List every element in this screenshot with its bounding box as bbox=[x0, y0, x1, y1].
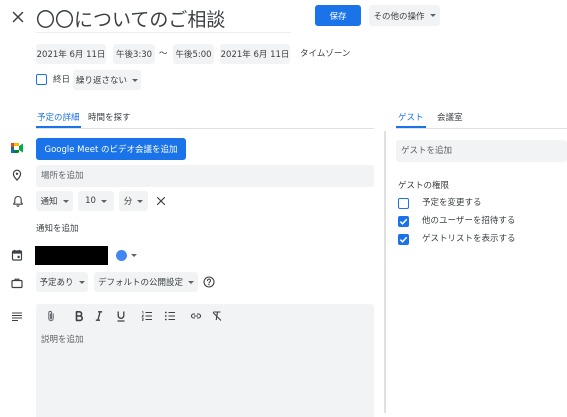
remove-formatting-icon[interactable] bbox=[211, 310, 223, 322]
dropdown-arrow-icon bbox=[188, 280, 195, 284]
dropdown-arrow-icon bbox=[100, 199, 107, 203]
column-divider bbox=[384, 131, 386, 413]
dropdown-arrow-icon bbox=[137, 199, 144, 203]
dropdown-arrow-icon bbox=[131, 254, 137, 257]
italic-icon[interactable] bbox=[93, 310, 105, 322]
start-date-picker[interactable]: 2021年 6月 11日 bbox=[36, 44, 106, 64]
bell-icon bbox=[13, 195, 23, 207]
guest-permissions-heading: ゲストの権限 bbox=[398, 181, 450, 191]
checkmark-icon bbox=[399, 218, 407, 225]
start-time-picker[interactable]: 午後3:30 bbox=[113, 44, 155, 64]
more-actions-dropdown[interactable]: その他の操作 bbox=[369, 5, 440, 26]
calendar-color-picker[interactable] bbox=[113, 246, 145, 265]
save-button[interactable]: 保存 bbox=[315, 5, 361, 26]
permission-label: ゲストリストを表示する bbox=[422, 234, 516, 244]
description-placeholder: 説明を追加 bbox=[41, 335, 84, 345]
date-range-separator: 〜 bbox=[159, 49, 168, 59]
briefcase-icon bbox=[11, 278, 23, 289]
tab-guests[interactable]: ゲスト bbox=[396, 110, 426, 128]
end-time-value: 午後5:00 bbox=[175, 50, 212, 60]
tab-rooms[interactable]: 会議室 bbox=[436, 110, 464, 128]
notification-method-dropdown[interactable]: 通知 bbox=[36, 191, 73, 211]
availability-value: 予定あり bbox=[39, 278, 74, 288]
close-icon bbox=[12, 11, 24, 23]
right-tabs-divider bbox=[396, 128, 567, 129]
calendar-color-swatch bbox=[116, 250, 127, 261]
notification-unit-value: 分 bbox=[123, 197, 133, 207]
availability-dropdown[interactable]: 予定あり bbox=[36, 272, 88, 292]
permission-checkbox[interactable] bbox=[398, 198, 409, 209]
notification-amount-stepper[interactable]: 10 bbox=[78, 191, 114, 211]
repeat-value: 繰り返さない bbox=[76, 76, 128, 86]
google-meet-icon bbox=[11, 143, 23, 153]
dropdown-arrow-icon bbox=[429, 14, 436, 17]
end-date-value: 2021年 6月 11日 bbox=[220, 50, 290, 60]
all-day-checkbox[interactable] bbox=[36, 74, 47, 85]
permission-label: 他のユーザーを招待する bbox=[422, 216, 516, 226]
permission-modify-event[interactable]: 予定を変更する bbox=[398, 197, 567, 210]
checkmark-icon bbox=[399, 236, 407, 243]
visibility-value: デフォルトの公開設定 bbox=[98, 278, 184, 288]
description-editor[interactable]: 説明を追加 bbox=[36, 304, 374, 417]
visibility-dropdown[interactable]: デフォルトの公開設定 bbox=[94, 272, 198, 292]
event-edit-page: 保存 その他の操作 2021年 6月 11日 午後3:30 〜 午後5:00 2… bbox=[0, 0, 567, 417]
add-notification-button[interactable]: 通知を追加 bbox=[36, 223, 79, 235]
add-google-meet-button[interactable]: Google Meet のビデオ会議を追加 bbox=[36, 138, 186, 160]
notification-amount-value: 10 bbox=[85, 196, 96, 206]
link-icon[interactable] bbox=[190, 310, 202, 322]
all-day-label: 終日 bbox=[53, 75, 71, 85]
dropdown-arrow-icon bbox=[62, 199, 69, 203]
calendar-name-redacted[interactable] bbox=[35, 246, 108, 265]
attach-icon[interactable] bbox=[45, 310, 57, 322]
end-time-picker[interactable]: 午後5:00 bbox=[173, 44, 214, 64]
calendar-icon bbox=[11, 249, 23, 261]
notification-unit-dropdown[interactable]: 分 bbox=[119, 191, 148, 211]
dropdown-arrow-icon bbox=[132, 78, 139, 82]
tab-event-details[interactable]: 予定の詳細 bbox=[36, 110, 81, 128]
location-pin-icon bbox=[12, 169, 22, 181]
bold-icon[interactable] bbox=[73, 310, 85, 322]
start-time-value: 午後3:30 bbox=[115, 50, 153, 60]
left-tabs-divider bbox=[36, 128, 374, 129]
timezone-button[interactable]: タイムゾーン bbox=[300, 48, 350, 60]
permission-checkbox[interactable] bbox=[398, 216, 409, 227]
permission-label: 予定を変更する bbox=[422, 198, 482, 208]
repeat-dropdown[interactable]: 繰り返さない bbox=[73, 70, 141, 90]
close-button[interactable] bbox=[11, 10, 25, 24]
add-guest-input[interactable] bbox=[396, 140, 567, 162]
end-date-picker[interactable]: 2021年 6月 11日 bbox=[220, 44, 290, 64]
permission-checkbox[interactable] bbox=[398, 234, 409, 245]
start-date-value: 2021年 6月 11日 bbox=[36, 50, 106, 60]
permission-invite-others[interactable]: 他のユーザーを招待する bbox=[398, 215, 567, 228]
underline-icon[interactable] bbox=[115, 310, 127, 322]
more-actions-label: その他の操作 bbox=[373, 11, 425, 22]
event-title-input[interactable] bbox=[36, 5, 291, 33]
permission-see-guest-list[interactable]: ゲストリストを表示する bbox=[398, 233, 567, 246]
notification-method-value: 通知 bbox=[40, 197, 58, 207]
tab-find-a-time[interactable]: 時間を探す bbox=[87, 110, 132, 128]
numbered-list-icon[interactable] bbox=[141, 310, 153, 322]
location-input[interactable] bbox=[36, 165, 374, 187]
dropdown-arrow-icon bbox=[78, 280, 85, 284]
close-icon bbox=[156, 196, 166, 206]
help-icon[interactable] bbox=[203, 276, 215, 288]
bulleted-list-icon[interactable] bbox=[164, 310, 176, 322]
remove-notification-button[interactable] bbox=[155, 195, 167, 207]
description-icon bbox=[12, 312, 22, 322]
